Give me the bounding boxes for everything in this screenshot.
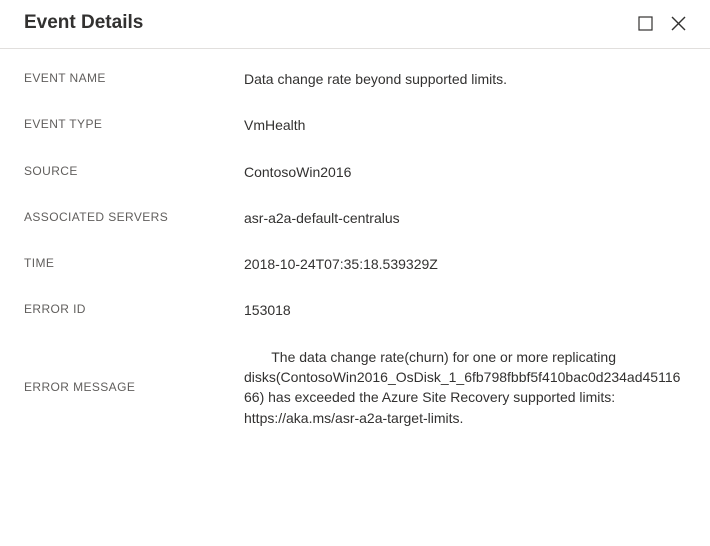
value-event-type: VmHealth [244,115,686,135]
row-event-name: EVENT NAME Data change rate beyond suppo… [24,69,686,89]
panel-title: Event Details [24,12,143,34]
label-event-name: EVENT NAME [24,69,244,85]
label-error-id: ERROR ID [24,300,244,316]
label-event-type: EVENT TYPE [24,115,244,131]
row-error-message: ERROR MESSAGE The data change rate(churn… [24,347,686,428]
row-source: SOURCE ContosoWin2016 [24,162,686,182]
label-source: SOURCE [24,162,244,178]
row-associated-servers: ASSOCIATED SERVERS asr-a2a-default-centr… [24,208,686,228]
value-associated-servers: asr-a2a-default-centralus [244,208,686,228]
panel-header: Event Details [0,0,710,49]
maximize-icon[interactable] [638,16,653,31]
value-error-message: The data change rate(churn) for one or m… [244,347,686,428]
row-event-type: EVENT TYPE VmHealth [24,115,686,135]
header-controls [638,16,686,31]
close-icon[interactable] [671,16,686,31]
label-associated-servers: ASSOCIATED SERVERS [24,208,244,224]
value-time: 2018-10-24T07:35:18.539329Z [244,254,686,274]
row-time: TIME 2018-10-24T07:35:18.539329Z [24,254,686,274]
row-error-id: ERROR ID 153018 [24,300,686,320]
panel-content: EVENT NAME Data change rate beyond suppo… [0,49,710,428]
value-error-id: 153018 [244,300,686,320]
value-source: ContosoWin2016 [244,162,686,182]
label-error-message: ERROR MESSAGE [24,380,244,394]
value-event-name: Data change rate beyond supported limits… [244,69,686,89]
label-time: TIME [24,254,244,270]
